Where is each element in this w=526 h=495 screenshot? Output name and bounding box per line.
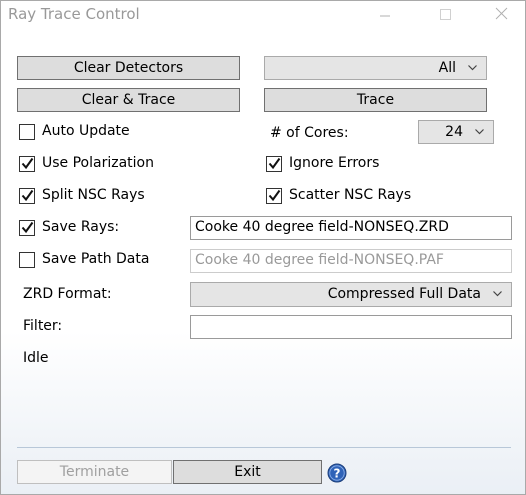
use-polarization-checkbox[interactable] — [19, 156, 35, 172]
close-icon — [495, 7, 508, 20]
zrd-format-label: ZRD Format: — [23, 286, 112, 302]
checkmark-icon — [21, 157, 34, 170]
svg-text:?: ? — [334, 467, 341, 481]
save-rays-label: Save Rays: — [42, 219, 120, 235]
filter-input[interactable] — [190, 315, 512, 339]
save-rays-checkbox[interactable] — [19, 220, 35, 236]
save-rays-filename-input[interactable]: Cooke 40 degree field-NONSEQ.ZRD — [190, 216, 512, 240]
zrd-format-select-value: Compressed Full Data — [327, 286, 481, 302]
help-icon[interactable]: ? — [327, 463, 347, 483]
cores-select[interactable]: 24 — [418, 120, 494, 144]
detector-select-value: All — [438, 60, 456, 76]
chevron-down-icon — [493, 291, 502, 297]
save-path-data-checkbox[interactable] — [19, 252, 35, 268]
title-bar: Ray Trace Control — [1, 1, 525, 31]
window-title: Ray Trace Control — [8, 5, 140, 23]
minimize-button[interactable] — [362, 1, 408, 31]
checkmark-icon — [268, 157, 281, 170]
exit-button[interactable]: Exit — [173, 460, 322, 484]
checkmark-icon — [21, 189, 34, 202]
ray-trace-control-window: Ray Trace Control Clear Detectors All Cl… — [0, 0, 526, 495]
clear-detectors-button[interactable]: Clear Detectors — [17, 56, 240, 80]
cores-select-value: 24 — [445, 124, 463, 140]
status-text: Idle — [23, 350, 49, 366]
detector-select[interactable]: All — [264, 56, 487, 80]
trace-button[interactable]: Trace — [264, 88, 487, 112]
split-nsc-rays-label: Split NSC Rays — [42, 187, 145, 203]
chevron-down-icon — [468, 65, 477, 71]
zrd-format-select[interactable]: Compressed Full Data — [190, 282, 512, 307]
clear-and-trace-button[interactable]: Clear & Trace — [17, 88, 240, 112]
split-nsc-rays-checkbox[interactable] — [19, 188, 35, 204]
footer-divider — [17, 447, 511, 448]
checkmark-icon — [21, 221, 34, 234]
terminate-button[interactable]: Terminate — [17, 460, 172, 484]
use-polarization-label: Use Polarization — [42, 155, 154, 171]
save-path-data-filename-input[interactable]: Cooke 40 degree field-NONSEQ.PAF — [190, 249, 512, 273]
close-button[interactable] — [478, 1, 524, 31]
cores-label: # of Cores: — [270, 125, 349, 141]
auto-update-checkbox[interactable] — [19, 124, 35, 140]
auto-update-label: Auto Update — [42, 123, 130, 139]
ignore-errors-label: Ignore Errors — [289, 155, 380, 171]
chevron-down-icon — [475, 129, 484, 135]
checkmark-icon — [268, 189, 281, 202]
maximize-icon — [440, 9, 451, 20]
ignore-errors-checkbox[interactable] — [266, 156, 282, 172]
filter-label: Filter: — [23, 318, 63, 334]
save-path-data-label: Save Path Data — [42, 251, 150, 267]
scatter-nsc-rays-label: Scatter NSC Rays — [289, 187, 412, 203]
minimize-icon — [380, 15, 390, 17]
scatter-nsc-rays-checkbox[interactable] — [266, 188, 282, 204]
maximize-button[interactable] — [422, 1, 468, 31]
